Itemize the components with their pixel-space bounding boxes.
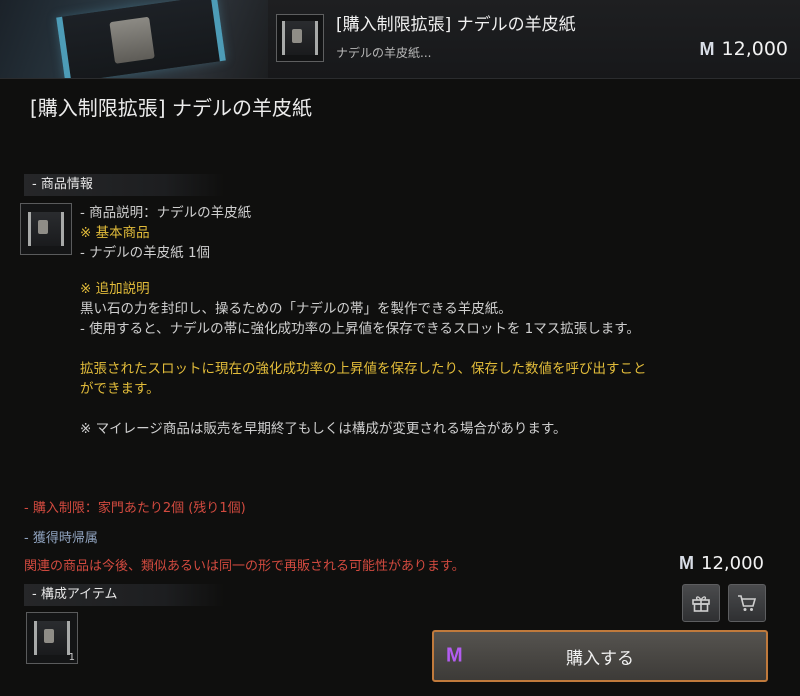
purchase-limit-prefix: - 購入制限：家門あたり2個 (残り	[24, 501, 220, 516]
header-price-value: 12,000	[721, 38, 788, 60]
item-count: 1	[68, 652, 75, 663]
gift-button[interactable]	[682, 584, 720, 622]
component-item-slot[interactable]: 1	[26, 612, 78, 664]
purchase-limit: - 購入制限：家門あたり2個 (残り1個)	[24, 497, 246, 516]
purchase-limit-remaining: 1	[219, 501, 228, 516]
purchase-limit-suffix: 個)	[227, 501, 246, 516]
buy-button[interactable]: M 購入する	[432, 630, 768, 682]
extra-desc-header: ※ 追加説明	[80, 281, 150, 297]
product-info-thumbnail[interactable]	[20, 203, 72, 255]
product-info-label: - 商品情報	[24, 174, 224, 196]
header-item-thumbnail	[276, 14, 324, 62]
buy-button-label: 購入する	[566, 648, 634, 669]
product-title: [購入制限拡張] ナデルの羊皮紙	[30, 96, 312, 120]
mileage-icon: M	[699, 38, 715, 59]
mileage-note: ※ マイレージ商品は販売を早期終了もしくは構成が変更される場合があります。	[80, 421, 567, 437]
parchment-illustration	[109, 16, 155, 64]
gold-desc-line: ができます。	[80, 381, 160, 397]
extra-desc-line: - 使用すると、ナデルの帯に強化成功率の上昇値を保存できるスロットを 1マス拡張…	[80, 321, 640, 337]
desc-line: - 商品説明：ナデルの羊皮紙	[80, 205, 252, 221]
cart-button[interactable]	[728, 584, 766, 622]
product-description: - 商品説明：ナデルの羊皮紙 ※ 基本商品 - ナデルの羊皮紙 1個 ※ 追加説…	[80, 203, 780, 439]
components-label: - 構成アイテム	[24, 584, 224, 606]
basic-product-header: ※ 基本商品	[80, 225, 150, 241]
mileage-icon: M	[446, 644, 463, 667]
scroll-illustration	[56, 0, 226, 78]
basic-product-item: - ナデルの羊皮紙 1個	[80, 245, 211, 261]
header-price: M 12,000	[700, 38, 788, 60]
bottom-price: M 12,000	[679, 553, 764, 574]
cart-icon	[738, 595, 757, 611]
header-title: [購入制限拡張] ナデルの羊皮紙	[336, 15, 576, 35]
scroll-icon	[34, 621, 70, 655]
product-header: [購入制限拡張] ナデルの羊皮紙 ナデルの羊皮紙... M 12,000	[0, 0, 800, 79]
scroll-icon	[282, 21, 318, 55]
gold-desc-line: 拡張されたスロットに現在の強化成功率の上昇値を保存したり、保存した数値を呼び出す…	[80, 361, 647, 377]
extra-desc-line: 黒い石の力を封印し、操るための「ナデルの帯」を製作できる羊皮紙。	[80, 301, 512, 317]
resale-note: 関連の商品は今後、類似あるいは同一の形で再販される可能性があります。	[24, 559, 465, 574]
bottom-price-value: 12,000	[701, 553, 764, 574]
acquire-bind-note: - 獲得時帰属	[24, 531, 98, 546]
product-banner-image	[0, 0, 268, 78]
gift-icon	[692, 596, 710, 612]
header-subtitle: ナデルの羊皮紙...	[336, 46, 432, 60]
scroll-icon	[28, 212, 64, 246]
mileage-icon: M	[679, 553, 694, 573]
